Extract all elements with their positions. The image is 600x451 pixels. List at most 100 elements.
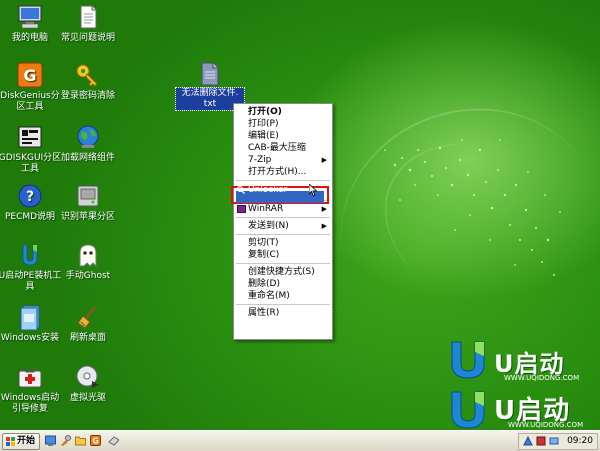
desktop-icon-pecmd[interactable]: ? PECMD说明 <box>0 183 62 223</box>
menu-separator <box>236 304 330 305</box>
icon-label: PECMD说明 <box>4 212 56 222</box>
quicklaunch-tool-icon[interactable] <box>60 435 71 446</box>
desktop-icon-manual-ghost[interactable]: 手动Ghost <box>56 242 120 282</box>
submenu-arrow-icon: ▶ <box>321 205 327 213</box>
desktop-icon-faq[interactable]: 常见问题说明 <box>56 4 120 44</box>
menu-item-edit[interactable]: 编辑(E) <box>234 130 332 142</box>
menu-label: 剪切(T) <box>248 238 279 248</box>
brand-logo-lower: U启动 WWW.UQIDONG.COM <box>448 388 588 435</box>
diskgenius-icon: G <box>17 62 43 88</box>
help-icon: ? <box>17 183 43 209</box>
start-button[interactable]: 开始 <box>2 433 40 450</box>
menu-label: 发送到(N) <box>248 221 289 231</box>
windows-install-icon <box>17 304 43 331</box>
menu-item-properties[interactable]: 属性(R) <box>234 307 332 319</box>
menu-separator <box>236 263 330 264</box>
desktop-icon-windows-boot-repair[interactable]: Windows启动引导修复 <box>0 364 62 415</box>
menu-item-rename[interactable]: 重命名(M) <box>234 290 332 302</box>
quicklaunch-folder-icon[interactable] <box>75 435 86 446</box>
svg-text:G: G <box>92 437 99 446</box>
menu-label: 复制(C) <box>248 250 280 260</box>
tray-display-icon[interactable] <box>549 436 559 446</box>
menu-label: 创建快捷方式(S) <box>248 267 315 277</box>
submenu-arrow-icon: ▶ <box>321 156 327 164</box>
computer-icon <box>17 4 43 30</box>
icon-label: 常见问题说明 <box>60 33 115 43</box>
tray-network-icon[interactable] <box>523 436 533 446</box>
menu-item-create-shortcut[interactable]: 创建快捷方式(S) <box>234 266 332 278</box>
menu-item-7zip[interactable]: 7-Zip ▶ <box>234 154 332 166</box>
clock[interactable]: 09:20 <box>567 434 593 449</box>
taskbar: 开始 G 09:20 <box>0 430 600 451</box>
desktop-icon-virtual-drive[interactable]: 虚拟光驱 <box>56 364 120 404</box>
winrar-icon <box>237 205 246 213</box>
desktop[interactable]: 我的电脑 G DiskGenius分区工具 GDISKGUI分区工具 ? PEC… <box>0 0 600 430</box>
menu-item-cab-compress[interactable]: CAB-最大压缩 <box>234 142 332 154</box>
desktop-icon-diskgenius[interactable]: G DiskGenius分区工具 <box>0 62 62 113</box>
menu-item-unlocker[interactable]: Unlocker <box>234 183 332 197</box>
desktop-icon-upe-installer[interactable]: U启动PE装机工具 <box>0 242 62 293</box>
first-aid-kit-icon <box>17 364 43 390</box>
globe-icon <box>75 124 101 150</box>
desktop-icon-apple-partition[interactable]: 识别苹果分区 <box>56 183 120 223</box>
desktop-icon-windows-install[interactable]: Windows安装 <box>0 304 62 344</box>
icon-label: Windows安装 <box>0 333 60 343</box>
desktop-icon-refresh-desktop[interactable]: 刷新桌面 <box>56 304 120 344</box>
icon-label: 加载网络组件 <box>60 153 115 163</box>
menu-item-send-to[interactable]: 发送到(N) ▶ <box>234 220 332 232</box>
menu-label: 7-Zip <box>248 155 272 165</box>
text-file-icon <box>201 62 219 86</box>
document-icon <box>75 4 101 30</box>
icon-label: GDISKGUI分区工具 <box>0 153 62 174</box>
icon-label: U启动PE装机工具 <box>0 271 62 292</box>
menu-label: CAB-最大压缩 <box>248 143 306 153</box>
menu-item-print[interactable]: 打印(P) <box>234 118 332 130</box>
menu-item-delete[interactable]: 删除(D) <box>234 278 332 290</box>
menu-item-copy[interactable]: 复制(C) <box>234 249 332 261</box>
icon-label: 手动Ghost <box>65 271 111 281</box>
unlocker-icon <box>236 185 245 194</box>
icon-label: DiskGenius分区工具 <box>0 91 60 112</box>
tray-volume-icon[interactable] <box>536 436 546 446</box>
menu-separator <box>236 234 330 235</box>
menu-item-open[interactable]: 打开(O) <box>234 106 332 118</box>
desktop-icon-gdiskgui[interactable]: GDISKGUI分区工具 <box>0 124 62 175</box>
file-name-line1: 无法删除文件. <box>181 88 239 98</box>
windows-flag-icon <box>6 437 15 446</box>
brand-url: WWW.UQIDONG.COM <box>508 421 584 429</box>
mouse-cursor-icon <box>308 183 318 201</box>
icon-label: Windows启动引导修复 <box>0 393 60 414</box>
menu-label: 属性(R) <box>248 308 280 318</box>
menu-item-winrar[interactable]: WinRAR ▶ <box>234 203 332 215</box>
menu-separator <box>236 217 330 218</box>
file-name-line2: txt <box>203 99 217 109</box>
brand-url: WWW.UQIDONG.COM <box>504 374 580 382</box>
hard-drive-icon <box>75 183 101 209</box>
menu-label: 打开(O) <box>248 107 282 117</box>
menu-label: 打印(P) <box>248 119 279 129</box>
svg-text:?: ? <box>26 189 34 205</box>
broom-icon <box>75 304 101 330</box>
menu-label: 编辑(E) <box>248 131 279 141</box>
key-icon <box>75 62 101 88</box>
cd-drive-icon <box>75 364 101 390</box>
icon-label: 登录密码清除 <box>60 91 115 101</box>
menu-separator <box>236 180 330 181</box>
menu-item-open-with[interactable]: 打开方式(H)... <box>234 166 332 178</box>
context-menu[interactable]: 打开(O) 打印(P) 编辑(E) CAB-最大压缩 7-Zip ▶ 打开方式(H… <box>231 103 333 340</box>
icon-label: 识别苹果分区 <box>60 212 115 222</box>
quicklaunch-app-icon[interactable]: G <box>90 435 101 446</box>
quicklaunch-desktop-icon[interactable] <box>45 435 56 446</box>
brand-logo-upper: U启动 WWW.UQIDONG.COM <box>448 338 588 385</box>
menu-label: 删除(D) <box>248 279 280 289</box>
gdiskgui-icon <box>17 124 43 150</box>
desktop-icon-my-computer[interactable]: 我的电脑 <box>0 4 62 44</box>
menu-item-cut[interactable]: 剪切(T) <box>234 237 332 249</box>
quicklaunch-eraser-icon[interactable] <box>108 435 119 446</box>
system-tray: 09:20 <box>518 433 598 450</box>
menu-label: WinRAR <box>248 204 284 214</box>
desktop-icon-network[interactable]: 加载网络组件 <box>56 124 120 164</box>
desktop-icon-password-clear[interactable]: 登录密码清除 <box>56 62 120 102</box>
menu-label: Unlocker <box>248 185 288 195</box>
start-label: 开始 <box>17 436 36 446</box>
